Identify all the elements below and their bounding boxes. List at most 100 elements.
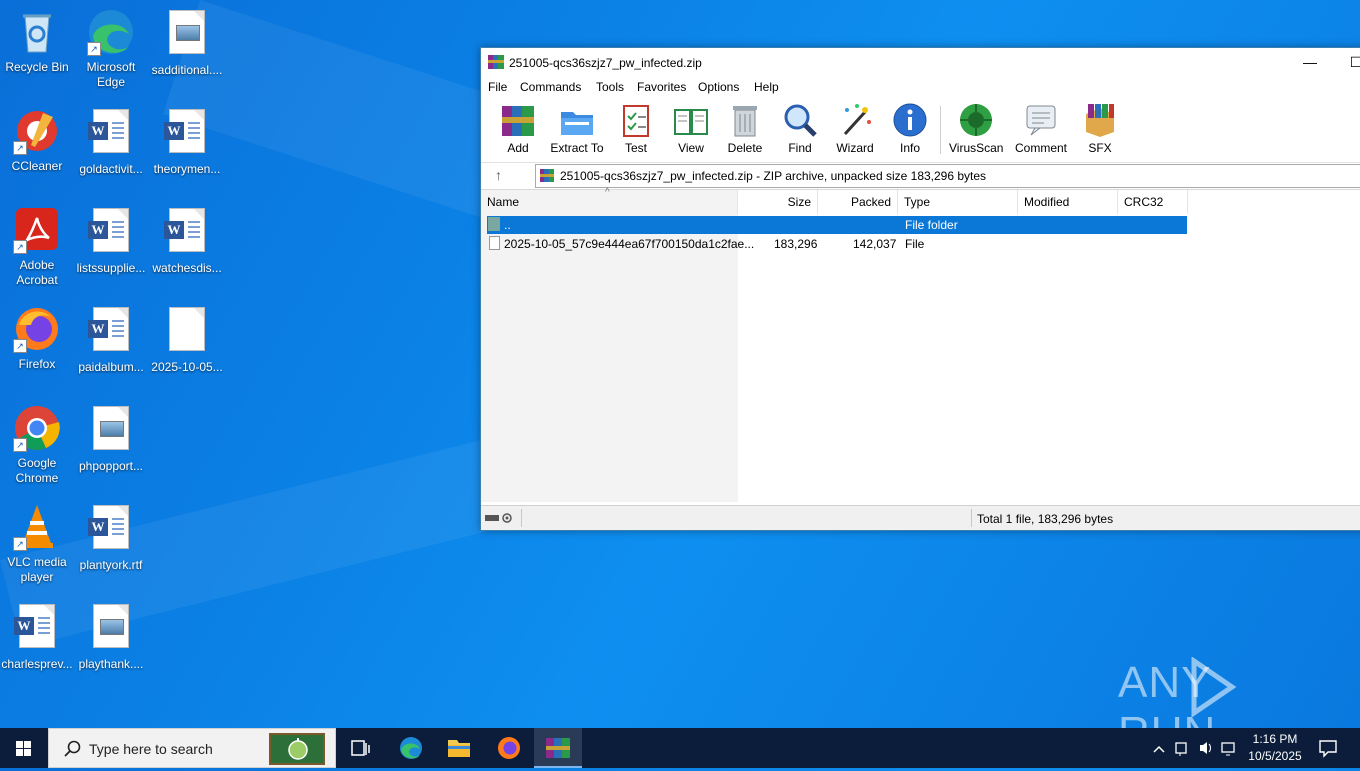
start-button[interactable] [0, 728, 48, 768]
toolbar-test-button[interactable]: Test [617, 102, 655, 155]
folder-icon [448, 740, 470, 757]
clock-time: 1:16 PM [1252, 732, 1298, 746]
toolbar-label: SFX [1088, 141, 1112, 155]
toolbar-add-button[interactable]: Add [499, 102, 537, 155]
desktop-icon-listssupplie[interactable]: W listssupplie... [74, 206, 148, 276]
table-row[interactable]: .. File folder [487, 216, 1187, 234]
info-icon [892, 102, 928, 138]
table-row[interactable]: 2025-10-05_57c9e444ea67f700150da1c2fae..… [487, 235, 1187, 253]
windows-logo-icon [16, 741, 31, 756]
desktop-icon-ccleaner[interactable]: ↗ CCleaner [0, 107, 74, 174]
taskbar-firefox[interactable] [485, 728, 533, 768]
desktop-icon-label: listssupplie... [76, 261, 146, 275]
word-document-icon: W [87, 308, 135, 356]
desktop-icon-theorymen[interactable]: W theorymen... [150, 107, 224, 177]
toolbar-label: VirusScan [949, 141, 1004, 155]
word-document-icon: W [163, 110, 211, 158]
firefox-icon [498, 737, 520, 759]
taskbar-clock[interactable]: 1:16 PM 10/5/2025 [1244, 731, 1306, 765]
menu-options[interactable]: Options [698, 80, 739, 94]
desktop-icon-plantyork[interactable]: W plantyork.rtf [74, 503, 148, 573]
toolbar-sfx-button[interactable]: SFX [1079, 102, 1121, 155]
virusscan-icon [958, 102, 994, 138]
column-header-name[interactable]: Name ^ [481, 187, 738, 214]
file-icon [489, 236, 500, 250]
column-header-packed[interactable]: Packed [818, 190, 898, 214]
desktop-icon-2025-10-05[interactable]: 2025-10-05... [150, 305, 224, 375]
comment-icon [1023, 102, 1059, 138]
desktop-icon-phpopport[interactable]: phpopport... [74, 404, 148, 474]
desktop-icon-adobe-acrobat[interactable]: ↗ Adobe Acrobat [0, 206, 74, 288]
desktop-icon-google-chrome[interactable]: ↗ Google Chrome [0, 404, 74, 486]
desktop-icon-label: charlesprev... [1, 657, 73, 671]
address-field[interactable]: 251005-qcs36szjz7_pw_infected.zip - ZIP … [535, 164, 1360, 188]
column-header-modified[interactable]: Modified [1018, 190, 1118, 214]
title-bar[interactable]: 251005-qcs36szjz7_pw_infected.zip — ☐ [481, 48, 1360, 76]
row-name: 2025-10-05_57c9e444ea67f700150da1c2fae..… [504, 237, 755, 251]
toolbar-info-button[interactable]: Info [891, 102, 929, 155]
menu-tools[interactable]: Tools [596, 80, 624, 94]
column-header-size[interactable]: Size [738, 190, 818, 214]
toolbar-label: Add [507, 141, 529, 155]
menu-help[interactable]: Help [754, 80, 779, 94]
status-divider [521, 509, 522, 527]
desktop-icon-label: goldactivit... [79, 162, 143, 176]
word-document-icon: W [87, 110, 135, 158]
desktop-icon-recycle-bin[interactable]: Recycle Bin [0, 8, 74, 75]
up-arrow-icon[interactable]: ↑ [495, 167, 502, 183]
taskbar-winrar[interactable] [534, 728, 582, 768]
system-tray [1148, 728, 1244, 768]
desktop-icon-label: VLC media player [7, 555, 67, 584]
desktop-icon-microsoft-edge[interactable]: ↗ Microsoft Edge [74, 8, 148, 90]
desktop-icon-watchesdis[interactable]: W watchesdis... [150, 206, 224, 276]
shortcut-arrow-icon: ↗ [13, 339, 27, 353]
find-icon [782, 102, 818, 138]
toolbar-wizard-button[interactable]: Wizard [833, 102, 877, 155]
toolbar-comment-button[interactable]: Comment [1013, 102, 1069, 155]
menu-file[interactable]: File [488, 80, 507, 94]
word-document-icon: W [163, 209, 211, 257]
desktop-icon-label: 2025-10-05... [151, 360, 223, 374]
taskbar-search-box[interactable]: Type here to search [48, 728, 336, 768]
menu-favorites[interactable]: Favorites [637, 80, 686, 94]
toolbar-view-button[interactable]: View [669, 102, 713, 155]
desktop-icon-playthank[interactable]: playthank.... [74, 602, 148, 672]
menu-commands[interactable]: Commands [520, 80, 581, 94]
notification-center-button[interactable] [1306, 728, 1352, 768]
ccleaner-icon: ↗ [13, 107, 61, 155]
desktop-icon-paidalbum[interactable]: W paidalbum... [74, 305, 148, 375]
toolbar-separator [940, 106, 941, 154]
desktop-icon-sadditional[interactable]: sadditional.... [150, 8, 224, 78]
toolbar-delete-button[interactable]: Delete [725, 102, 765, 155]
status-drive-icon [485, 513, 512, 523]
toolbar-label: Find [788, 141, 812, 155]
desktop-icon-label: CCleaner [11, 159, 63, 173]
taskbar-file-explorer[interactable] [435, 728, 483, 768]
clock-date: 10/5/2025 [1248, 749, 1302, 763]
tray-chevron-icon [1153, 745, 1165, 753]
toolbar-extract-button[interactable]: Extract To [549, 102, 605, 155]
toolbar-label: Wizard [836, 141, 874, 155]
column-header-type[interactable]: Type [898, 190, 1018, 214]
search-highlight-icon [269, 733, 325, 765]
desktop-icon-label: Firefox [18, 357, 56, 371]
desktop-icon-label: playthank.... [78, 657, 144, 671]
minimize-button[interactable]: — [1287, 48, 1333, 76]
winrar-logo-icon [488, 55, 504, 69]
desktop-icon-goldactivit[interactable]: W goldactivit... [74, 107, 148, 177]
network-icon [1175, 742, 1187, 756]
recycle-bin-icon [13, 8, 61, 56]
taskbar-edge[interactable] [387, 728, 435, 768]
shortcut-arrow-icon: ↗ [87, 42, 101, 56]
maximize-button[interactable]: ☐ [1333, 48, 1360, 76]
column-header-crc32[interactable]: CRC32 [1118, 190, 1188, 214]
add-icon [500, 102, 536, 138]
desktop-icon-charlesprev[interactable]: W charlesprev... [0, 602, 74, 672]
task-view-button[interactable] [336, 728, 384, 768]
toolbar-virusscan-button[interactable]: VirusScan [949, 102, 1003, 155]
desktop-icon-vlc[interactable]: ↗ VLC media player [0, 503, 74, 585]
toolbar-label: Delete [727, 141, 763, 155]
toolbar-find-button[interactable]: Find [781, 102, 819, 155]
display-icon [1221, 742, 1235, 756]
desktop-icon-firefox[interactable]: ↗ Firefox [0, 305, 74, 372]
